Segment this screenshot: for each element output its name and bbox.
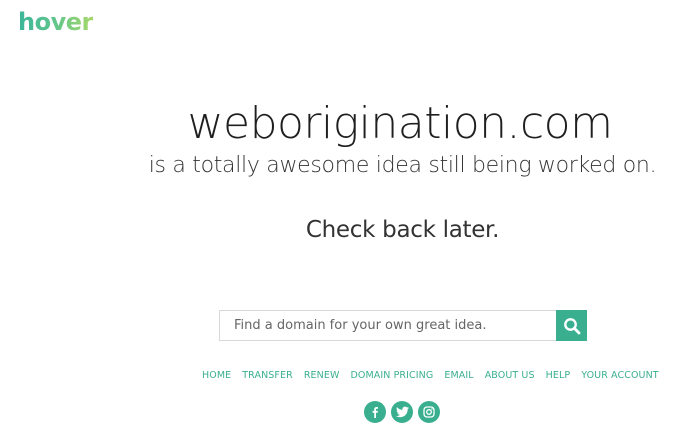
nav-domain-pricing[interactable]: DOMAIN PRICING <box>350 370 433 381</box>
nav-home[interactable]: HOME <box>202 370 231 381</box>
domain-search-form <box>219 310 587 341</box>
facebook-icon <box>372 407 378 418</box>
social-links <box>364 401 440 423</box>
nav-about-us[interactable]: ABOUT US <box>485 370 535 381</box>
search-button[interactable] <box>556 310 587 341</box>
parked-domain-page: hover weborigination.com is a totally aw… <box>0 0 700 440</box>
search-icon <box>563 317 580 334</box>
status-message: Check back later. <box>305 217 500 243</box>
instagram-link[interactable] <box>418 401 440 423</box>
nav-email[interactable]: EMAIL <box>444 370 473 381</box>
domain-search-input[interactable] <box>219 310 556 341</box>
nav-help[interactable]: HELP <box>546 370 571 381</box>
facebook-link[interactable] <box>364 401 386 423</box>
twitter-link[interactable] <box>391 401 413 423</box>
hover-logo[interactable]: hover <box>18 6 93 38</box>
domain-title: weborigination.com <box>187 98 613 149</box>
nav-your-account[interactable]: YOUR ACCOUNT <box>581 370 658 381</box>
twitter-icon <box>395 406 409 418</box>
nav-transfer[interactable]: TRANSFER <box>242 370 293 381</box>
domain-tagline: is a totally awesome idea still being wo… <box>148 153 657 178</box>
nav-renew[interactable]: RENEW <box>304 370 340 381</box>
instagram-icon <box>423 406 435 418</box>
